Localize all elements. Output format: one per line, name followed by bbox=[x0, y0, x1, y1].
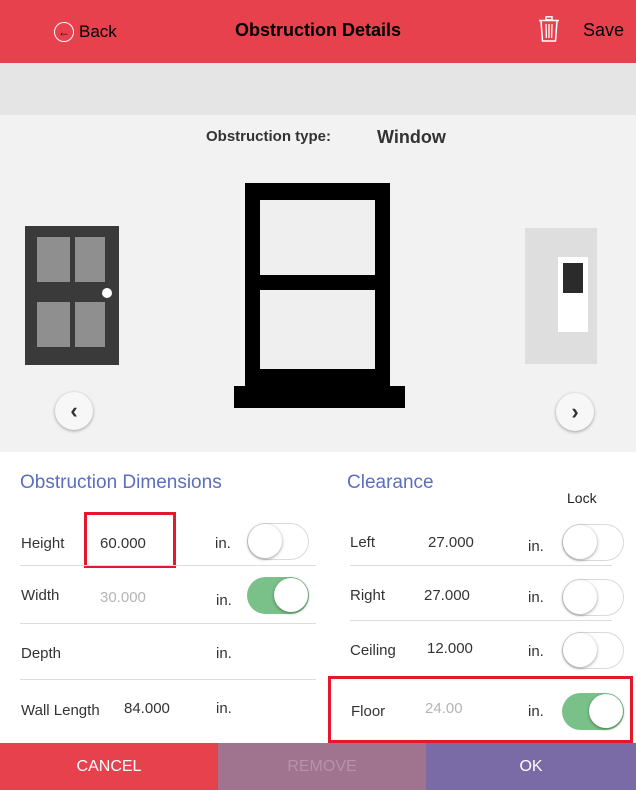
right-clearance-input[interactable]: 27.000 bbox=[424, 587, 470, 604]
lock-column-label: Lock bbox=[567, 490, 597, 506]
width-unit: in. bbox=[216, 592, 232, 609]
wall-length-unit: in. bbox=[216, 700, 232, 717]
row-divider bbox=[20, 679, 316, 680]
height-label: Height bbox=[21, 535, 65, 552]
ceiling-clearance-input[interactable]: 12.000 bbox=[427, 640, 473, 657]
switch-option-icon[interactable] bbox=[525, 228, 597, 364]
floor-clearance-unit: in. bbox=[528, 703, 544, 720]
clearance-heading: Clearance bbox=[347, 472, 434, 493]
previous-type-button[interactable]: ‹ bbox=[55, 392, 93, 430]
cancel-button[interactable]: CANCEL bbox=[0, 743, 218, 790]
left-clearance-label: Left bbox=[350, 534, 376, 551]
subheader-bar bbox=[0, 63, 636, 115]
right-clearance-label: Right bbox=[350, 587, 386, 604]
floor-clearance-input[interactable]: 24.00 bbox=[425, 700, 463, 717]
door-option-icon[interactable] bbox=[25, 226, 119, 365]
floor-clearance-label: Floor bbox=[351, 703, 386, 720]
wall-length-label: Wall Length bbox=[21, 702, 100, 719]
footer-actions: CANCEL REMOVE OK bbox=[0, 743, 636, 790]
row-divider bbox=[350, 620, 612, 621]
wall-length-input[interactable]: 84.000 bbox=[124, 700, 170, 717]
ok-button[interactable]: OK bbox=[426, 743, 636, 790]
remove-button[interactable]: REMOVE bbox=[218, 743, 426, 790]
height-unit: in. bbox=[215, 535, 231, 552]
chevron-right-icon: › bbox=[571, 399, 579, 424]
ceiling-clearance-lock-toggle[interactable] bbox=[562, 632, 624, 669]
save-button[interactable]: Save bbox=[583, 20, 624, 41]
height-lock-toggle[interactable] bbox=[247, 523, 309, 560]
height-input[interactable]: 60.000 bbox=[100, 535, 146, 552]
width-label: Width bbox=[21, 587, 60, 604]
row-divider bbox=[20, 565, 316, 566]
obstruction-type-label: Obstruction type: bbox=[206, 128, 332, 145]
right-clearance-lock-toggle[interactable] bbox=[562, 579, 624, 616]
left-clearance-lock-toggle[interactable] bbox=[562, 524, 624, 561]
width-lock-toggle[interactable] bbox=[247, 577, 309, 614]
left-clearance-unit: in. bbox=[528, 538, 544, 555]
window-option-icon[interactable] bbox=[234, 183, 405, 408]
floor-clearance-lock-toggle[interactable] bbox=[562, 693, 624, 730]
ceiling-clearance-unit: in. bbox=[528, 643, 544, 660]
depth-unit: in. bbox=[216, 645, 232, 662]
trash-icon[interactable] bbox=[539, 16, 559, 42]
chevron-left-icon: ‹ bbox=[70, 398, 78, 423]
left-clearance-input[interactable]: 27.000 bbox=[428, 534, 474, 551]
ceiling-clearance-label: Ceiling bbox=[350, 642, 396, 659]
obstruction-type-value: Window bbox=[377, 127, 446, 147]
depth-label: Depth bbox=[21, 645, 62, 662]
dimensions-heading: Obstruction Dimensions bbox=[20, 472, 222, 493]
row-divider bbox=[350, 565, 612, 566]
width-input[interactable]: 30.000 bbox=[100, 589, 146, 606]
right-clearance-unit: in. bbox=[528, 589, 544, 606]
row-divider bbox=[20, 623, 316, 624]
next-type-button[interactable]: › bbox=[556, 393, 594, 431]
